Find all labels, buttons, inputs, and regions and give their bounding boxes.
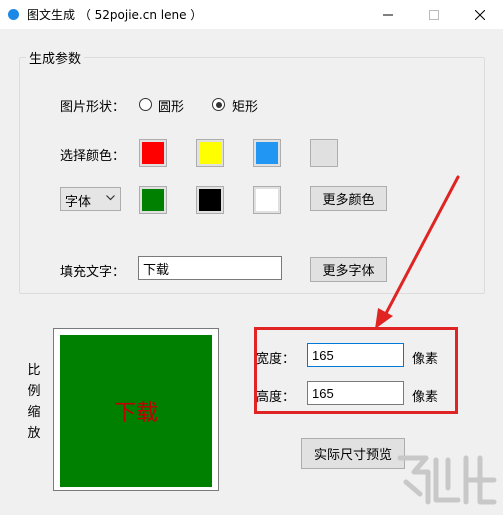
annotation-arrow-icon [375, 175, 460, 329]
watermark-logo-icon [397, 455, 497, 505]
